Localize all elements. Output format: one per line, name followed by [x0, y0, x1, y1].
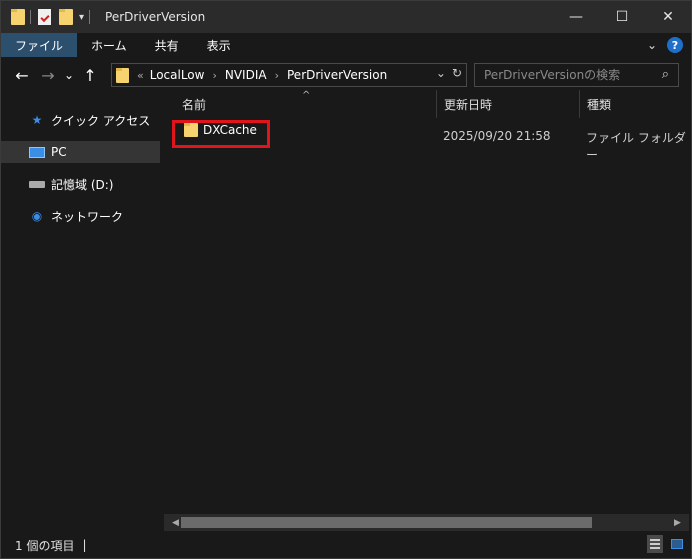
quick-access-toolbar: ▾: [1, 1, 95, 33]
star-icon: ★: [31, 113, 43, 127]
column-header-modified[interactable]: 更新日時: [444, 90, 574, 118]
search-box[interactable]: ⌕: [474, 63, 679, 87]
toolbar-divider: [30, 10, 31, 24]
navigation-bar: ← → ⌄ ↑ « LocalLow › NVIDIA › PerDriverV…: [1, 59, 691, 91]
back-button[interactable]: ←: [9, 62, 35, 88]
help-icon[interactable]: ?: [667, 37, 683, 53]
sidebar-item-quick-access[interactable]: ★ クイック アクセス: [1, 109, 160, 131]
navigation-pane: ★ クイック アクセス PC 記憶域 (D:) ◉ ネットワーク: [1, 94, 163, 532]
folder-icon: [116, 67, 129, 83]
file-name: DXCache: [203, 123, 257, 137]
title-bar: ▾ PerDriverVersion — ☐ ✕: [1, 1, 691, 33]
ribbon-controls: ⌄ ?: [647, 33, 683, 57]
status-bar: 1 個の項目 |: [1, 532, 691, 558]
breadcrumb-separator-icon[interactable]: ›: [212, 69, 216, 82]
scrollbar-thumb[interactable]: [181, 517, 592, 528]
window-title: PerDriverVersion: [105, 10, 206, 24]
sidebar-item-label: 記憶域 (D:): [51, 177, 114, 192]
large-icons-view-button[interactable]: [669, 535, 685, 553]
search-icon[interactable]: ⌕: [662, 67, 669, 82]
column-divider[interactable]: [436, 90, 437, 118]
address-dropdown-icon[interactable]: ⌄: [436, 66, 446, 80]
up-button[interactable]: ↑: [77, 62, 103, 88]
breadcrumb-perdriverversion[interactable]: PerDriverVersion: [287, 68, 387, 82]
file-modified: 2025/09/20 21:58: [443, 129, 551, 143]
file-type: ファイル フォルダー: [586, 131, 686, 162]
details-view-button[interactable]: [647, 535, 663, 553]
large-icons-view-icon: [671, 539, 683, 549]
folder-icon: [11, 9, 25, 25]
customize-toolbar-icon[interactable]: ▾: [79, 12, 84, 23]
sidebar-item-label: PC: [51, 145, 67, 159]
drive-icon: [29, 177, 45, 191]
tab-share[interactable]: 共有: [141, 33, 193, 57]
breadcrumb-locallow[interactable]: LocalLow: [150, 68, 205, 82]
expand-ribbon-icon[interactable]: ⌄: [647, 38, 657, 52]
column-header-type[interactable]: 種類: [587, 90, 677, 118]
sidebar-item-network[interactable]: ◉ ネットワーク: [1, 205, 160, 227]
sidebar-item-label: ネットワーク: [51, 209, 124, 224]
horizontal-scrollbar[interactable]: ◀ ▶: [164, 514, 689, 531]
minimize-button[interactable]: —: [553, 1, 599, 33]
sidebar-item-label: クイック アクセス: [51, 113, 151, 128]
properties-icon[interactable]: [38, 9, 51, 25]
maximize-button[interactable]: ☐: [599, 1, 645, 33]
folder-icon: [184, 123, 198, 137]
address-tools: ⌄ ↻: [436, 66, 462, 80]
scroll-right-icon[interactable]: ▶: [669, 514, 686, 531]
breadcrumb-nvidia[interactable]: NVIDIA: [225, 68, 267, 82]
column-header-name[interactable]: 名前: [182, 90, 432, 118]
sidebar-item-pc[interactable]: PC: [1, 141, 160, 163]
new-folder-icon[interactable]: [59, 9, 73, 25]
network-icon: ◉: [31, 209, 43, 223]
tab-file[interactable]: ファイル: [1, 33, 78, 57]
file-row[interactable]: DXCache 2025/09/20 21:58 ファイル フォルダー: [172, 120, 687, 162]
file-list: ^ 名前 更新日時 種類 DXCache 2025/09/20 21:58 ファ…: [164, 90, 689, 532]
sidebar-item-drive-d[interactable]: 記憶域 (D:): [1, 173, 160, 195]
ribbon-tabs: ファイル ホーム 共有 表示 ⌄ ?: [1, 33, 691, 57]
explorer-window: ▾ PerDriverVersion — ☐ ✕ ファイル ホーム 共有 表示 …: [0, 0, 692, 559]
breadcrumb-separator-icon[interactable]: ›: [275, 69, 279, 82]
recent-locations-button[interactable]: ⌄: [61, 62, 77, 88]
column-divider[interactable]: [579, 90, 580, 118]
tab-view[interactable]: 表示: [193, 33, 245, 57]
address-bar[interactable]: « LocalLow › NVIDIA › PerDriverVersion ⌄…: [111, 63, 467, 87]
details-view-icon: [650, 539, 660, 549]
status-divider: |: [82, 538, 87, 552]
close-button[interactable]: ✕: [645, 1, 691, 33]
item-count: 1 個の項目: [15, 538, 75, 553]
overflow-chevron-icon[interactable]: «: [137, 69, 144, 82]
forward-button[interactable]: →: [35, 62, 61, 88]
pc-icon: [29, 145, 45, 159]
view-switcher: [647, 535, 685, 553]
search-input[interactable]: [484, 68, 654, 82]
tab-home[interactable]: ホーム: [77, 33, 141, 57]
refresh-icon[interactable]: ↻: [452, 66, 462, 80]
window-controls: — ☐ ✕: [553, 1, 691, 33]
toolbar-divider: [89, 10, 91, 24]
file-name-cell[interactable]: DXCache: [184, 123, 257, 137]
